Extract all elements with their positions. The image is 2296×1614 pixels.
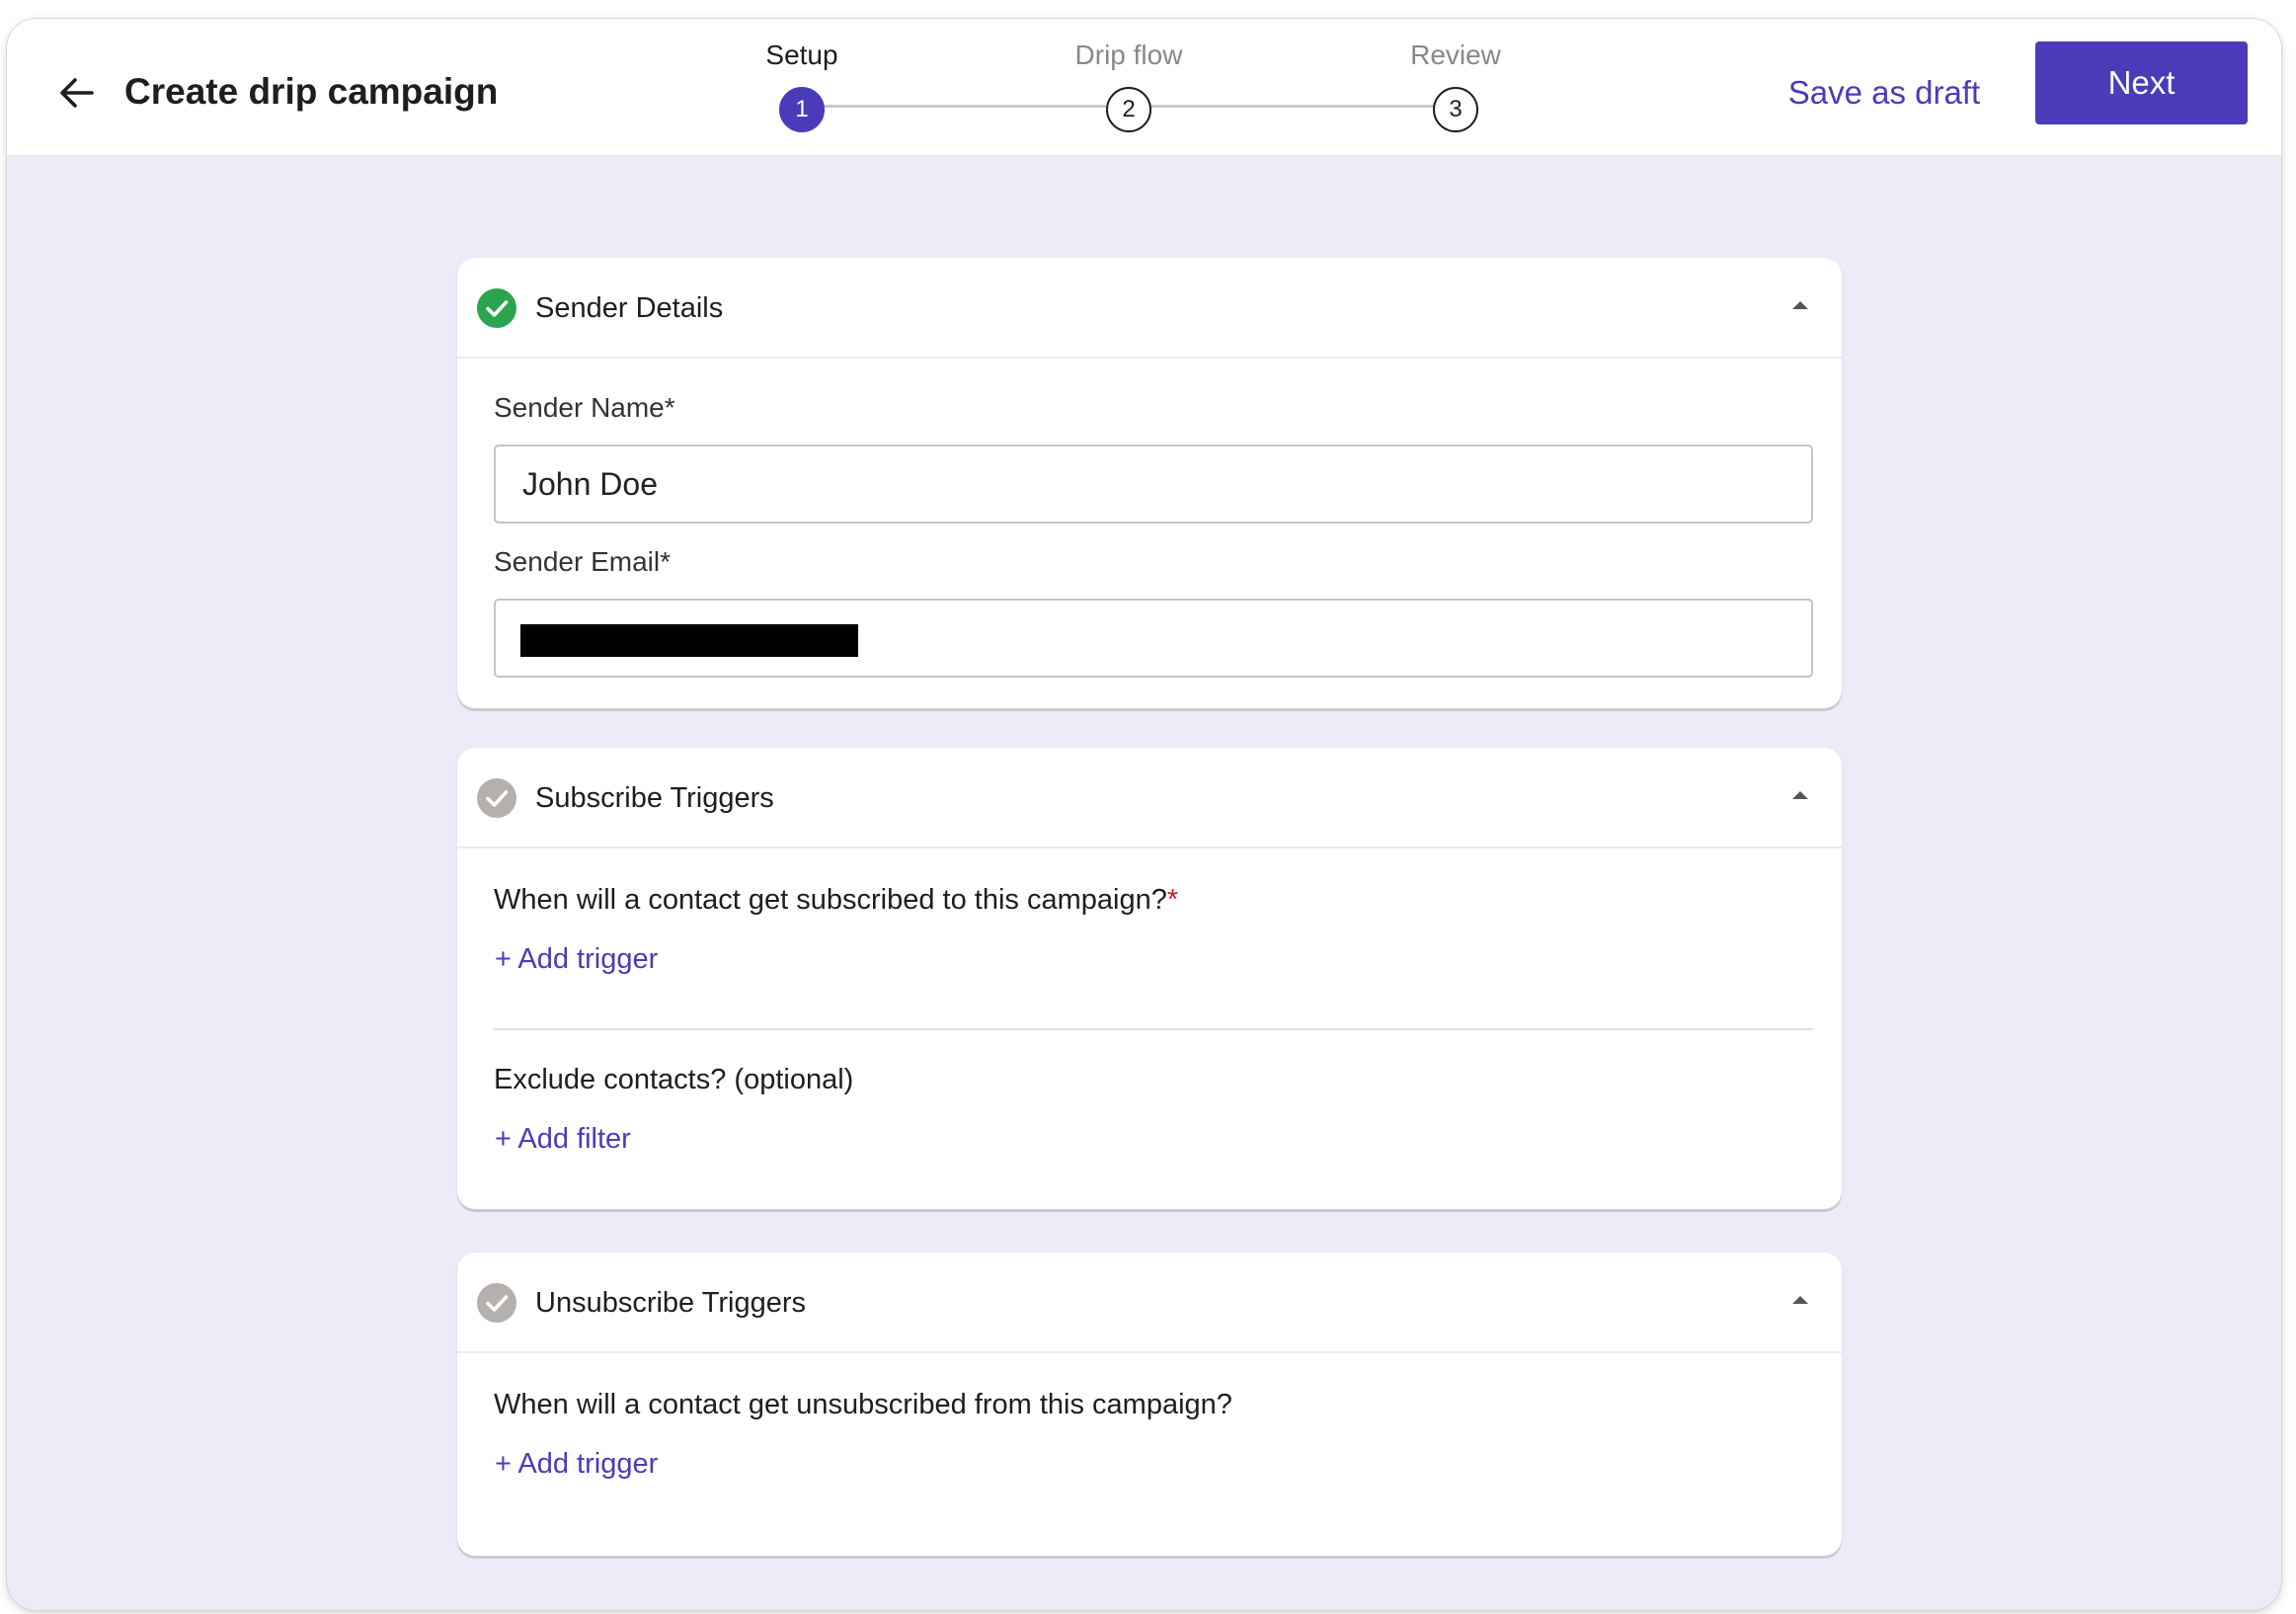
section-divider bbox=[494, 1028, 1813, 1030]
subscribe-triggers-header[interactable]: Subscribe Triggers bbox=[457, 748, 1842, 848]
step-setup[interactable]: Setup 1 bbox=[703, 39, 901, 132]
subscribe-triggers-card: Subscribe Triggers When will a contact g… bbox=[457, 748, 1842, 1209]
check-circle-icon bbox=[477, 288, 516, 328]
add-filter-link[interactable]: + Add filter bbox=[495, 1120, 631, 1158]
add-subscribe-trigger-link[interactable]: + Add trigger bbox=[495, 940, 658, 978]
exclude-contacts-question: Exclude contacts? (optional) bbox=[494, 1064, 854, 1095]
step-number: 2 bbox=[1106, 87, 1151, 132]
check-circle-icon bbox=[477, 1283, 516, 1323]
sender-email-input[interactable] bbox=[494, 599, 1813, 678]
unsubscribe-triggers-header[interactable]: Unsubscribe Triggers bbox=[457, 1252, 1842, 1353]
sender-email-label: Sender Email* bbox=[494, 546, 671, 577]
step-label: Drip flow bbox=[1074, 40, 1183, 70]
section-title: Subscribe Triggers bbox=[535, 782, 774, 814]
save-as-draft-button[interactable]: Save as draft bbox=[1776, 58, 1993, 127]
step-label: Review bbox=[1410, 40, 1501, 70]
subscribe-question-text: When will a contact get subscribed to th… bbox=[494, 884, 1167, 916]
unsubscribe-triggers-card: Unsubscribe Triggers When will a contact… bbox=[457, 1252, 1842, 1556]
add-unsubscribe-trigger-link[interactable]: + Add trigger bbox=[495, 1445, 658, 1483]
sender-details-header[interactable]: Sender Details bbox=[457, 258, 1842, 359]
next-button[interactable]: Next bbox=[2035, 41, 2248, 124]
caret-up-icon[interactable] bbox=[1792, 1296, 1808, 1304]
required-mark: * bbox=[1166, 884, 1179, 916]
app-window: Create drip campaign Setup 1 Drip flow 2… bbox=[7, 19, 2281, 1610]
unsubscribe-question: When will a contact get unsubscribed fro… bbox=[494, 1389, 1232, 1420]
step-label: Setup bbox=[765, 40, 838, 70]
check-circle-icon bbox=[477, 778, 516, 818]
section-title: Sender Details bbox=[535, 292, 724, 324]
step-review[interactable]: Review 3 bbox=[1357, 39, 1554, 132]
step-number: 3 bbox=[1433, 87, 1478, 132]
step-number: 1 bbox=[779, 87, 825, 132]
caret-up-icon[interactable] bbox=[1792, 791, 1808, 799]
subscribe-question: When will a contact get subscribed to th… bbox=[494, 881, 1178, 919]
step-drip-flow[interactable]: Drip flow 2 bbox=[1030, 39, 1227, 132]
section-title: Unsubscribe Triggers bbox=[535, 1287, 806, 1319]
top-bar: Create drip campaign Setup 1 Drip flow 2… bbox=[7, 19, 2281, 156]
sender-details-card: Sender Details Sender Name* John Doe Sen… bbox=[457, 258, 1842, 708]
redacted-email-value bbox=[520, 624, 858, 657]
sender-name-label: Sender Name* bbox=[494, 392, 675, 423]
sender-name-input[interactable]: John Doe bbox=[494, 444, 1813, 524]
caret-up-icon[interactable] bbox=[1792, 301, 1808, 309]
